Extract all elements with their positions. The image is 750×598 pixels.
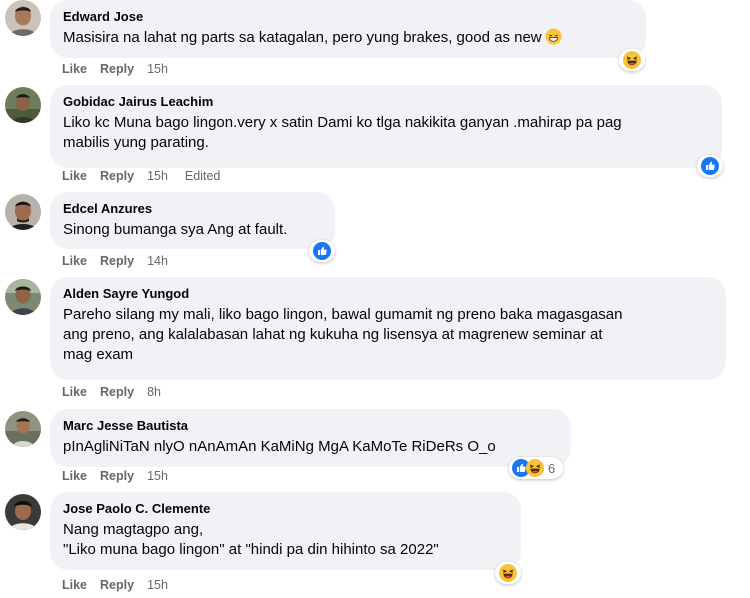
comment-actions: Like Reply 15h Edited	[62, 169, 220, 183]
reaction-summary[interactable]	[495, 562, 521, 584]
grinning-emoji-icon	[545, 28, 562, 45]
comment-text: Masisira na lahat ng parts sa katagalan,…	[63, 29, 542, 46]
avatar[interactable]	[5, 0, 41, 36]
haha-icon	[499, 564, 517, 582]
comment-bubble: Marc Jesse Bautista pInAgliNiTaN nlyO nA…	[50, 409, 571, 467]
comment-actions: Like Reply 15h	[62, 469, 168, 483]
comment-timestamp[interactable]: 15h	[147, 62, 168, 76]
comment-author[interactable]: Edward Jose	[63, 8, 634, 25]
reaction-summary[interactable]: 6	[509, 457, 564, 479]
comment-thread: Edward Jose Masisira na lahat ng parts s…	[0, 0, 750, 598]
reaction-count: 6	[548, 460, 556, 476]
comment-bubble: Jose Paolo C. Clemente Nang magtagpo ang…	[50, 492, 521, 570]
like-link[interactable]: Like	[62, 169, 87, 183]
like-link[interactable]: Like	[62, 254, 87, 268]
comment-text: pInAgliNiTaN nlyO nAnAmAn KaMiNg MgA KaM…	[63, 438, 496, 455]
comment-author[interactable]: Gobidac Jairus Leachim	[63, 93, 710, 110]
reply-link[interactable]: Reply	[100, 254, 134, 268]
comment-actions: Like Reply 8h	[62, 385, 161, 399]
comment-actions: Like Reply 15h	[62, 62, 168, 76]
comment-author[interactable]: Alden Sayre Yungod	[63, 285, 714, 302]
comment-actions: Like Reply 15h	[62, 578, 168, 592]
avatar[interactable]	[5, 87, 41, 123]
like-icon	[313, 242, 331, 260]
avatar[interactable]	[5, 494, 41, 530]
avatar[interactable]	[5, 411, 41, 447]
comment-timestamp[interactable]: 15h	[147, 469, 168, 483]
comment-timestamp[interactable]: 15h	[147, 169, 168, 183]
reaction-summary[interactable]	[619, 49, 645, 71]
reply-link[interactable]: Reply	[100, 469, 134, 483]
comment-timestamp[interactable]: 15h	[147, 578, 168, 592]
comment-text: Liko kc Muna bago lingon.very x satin Da…	[63, 114, 622, 151]
haha-icon	[623, 51, 641, 69]
like-link[interactable]: Like	[62, 385, 87, 399]
reply-link[interactable]: Reply	[100, 169, 134, 183]
haha-icon	[526, 459, 544, 477]
comment-bubble: Edcel Anzures Sinong bumanga sya Ang at …	[50, 192, 335, 249]
comment-actions: Like Reply 14h	[62, 254, 168, 268]
comment-bubble: Gobidac Jairus Leachim Liko kc Muna bago…	[50, 85, 722, 168]
reaction-summary[interactable]	[697, 155, 723, 177]
like-link[interactable]: Like	[62, 578, 87, 592]
reply-link[interactable]: Reply	[100, 385, 134, 399]
comment-author[interactable]: Marc Jesse Bautista	[63, 417, 559, 434]
avatar[interactable]	[5, 279, 41, 315]
comment-text: Nang magtagpo ang, "Liko muna bago lingo…	[63, 521, 439, 558]
like-icon	[701, 157, 719, 175]
comment-bubble: Edward Jose Masisira na lahat ng parts s…	[50, 0, 646, 58]
comment-text: Pareho silang my mali, liko bago lingon,…	[63, 306, 623, 363]
like-link[interactable]: Like	[62, 62, 87, 76]
reaction-summary[interactable]	[309, 240, 335, 262]
comment-bubble: Alden Sayre Yungod Pareho silang my mali…	[50, 277, 726, 380]
comment-text: Sinong bumanga sya Ang at fault.	[63, 221, 288, 238]
avatar[interactable]	[5, 194, 41, 230]
reply-link[interactable]: Reply	[100, 578, 134, 592]
comment-timestamp[interactable]: 8h	[147, 385, 161, 399]
edited-label[interactable]: Edited	[185, 169, 220, 183]
reply-link[interactable]: Reply	[100, 62, 134, 76]
comment-timestamp[interactable]: 14h	[147, 254, 168, 268]
comment-author[interactable]: Edcel Anzures	[63, 200, 323, 217]
comment-author[interactable]: Jose Paolo C. Clemente	[63, 500, 509, 517]
like-link[interactable]: Like	[62, 469, 87, 483]
